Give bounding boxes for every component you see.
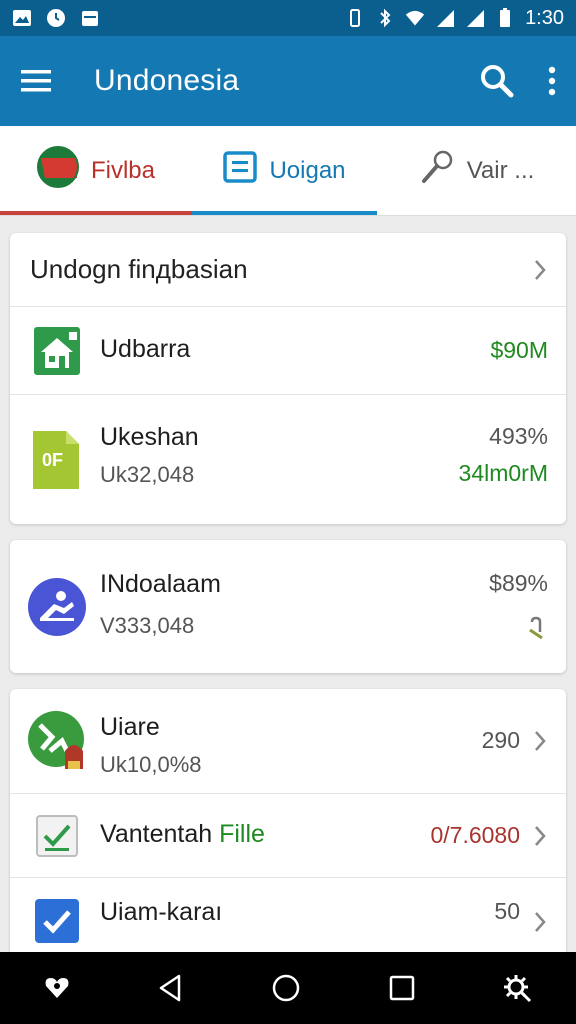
item-title-main: Vantentah xyxy=(100,820,213,848)
tab-vair[interactable]: Vair ... xyxy=(377,126,576,215)
item-subtitle: Uk10,0%8 xyxy=(100,752,202,777)
settings-gear-icon[interactable] xyxy=(502,973,532,1003)
item-value: 290 xyxy=(481,727,520,753)
bluetooth-icon xyxy=(375,8,395,28)
tab-label: Vair ... xyxy=(466,156,535,184)
item-percent: $89% xyxy=(489,570,548,596)
page-title: Undonesia xyxy=(94,64,240,97)
search-icon[interactable] xyxy=(480,64,514,98)
tab-bar: Fivlba Uoigan Vair ... xyxy=(0,126,576,216)
chevron-right-icon xyxy=(535,912,546,932)
vibrate-icon xyxy=(345,8,365,28)
gallery-icon xyxy=(12,8,32,28)
item-title: Ukeshan xyxy=(100,423,199,451)
card-header-row[interactable]: Undogn finдbasian xyxy=(10,233,566,307)
more-options-icon[interactable] xyxy=(548,66,556,96)
list-item[interactable]: Vantentah Fille 0/7.6080 xyxy=(10,794,566,878)
avatar-icon xyxy=(28,711,88,771)
file-icon-label: 0F xyxy=(42,449,64,470)
item-value: 34lm0rM xyxy=(458,460,548,486)
person-circle-icon xyxy=(28,577,86,636)
recents-icon[interactable] xyxy=(389,975,415,1001)
back-icon[interactable] xyxy=(157,974,183,1002)
tab-label: Uoigan xyxy=(269,156,346,184)
item-subtitle: V333,048 xyxy=(100,613,195,638)
item-title: INdoalaam xyxy=(100,570,221,598)
card-header-title: Undogn finдbasian xyxy=(30,254,248,284)
flag-icon xyxy=(36,146,79,195)
item-title: Vantentah Fille xyxy=(100,820,265,849)
overview-card: Undogn finдbasian Udbarra $90M 0F Ukesha… xyxy=(10,233,566,524)
system-nav-bar xyxy=(0,952,576,1024)
microphone-icon xyxy=(419,149,455,192)
item-title-accent: Fille xyxy=(219,820,265,848)
list-item[interactable]: Uiare Uk10,0%8 290 xyxy=(10,689,566,794)
wifi-icon xyxy=(405,8,425,28)
item-title: Uiam-karaı xyxy=(100,898,223,926)
tab-indicator xyxy=(0,211,192,215)
document-icon xyxy=(223,151,258,190)
tab-indicator xyxy=(192,211,377,215)
tab-label: Fivlba xyxy=(90,156,156,184)
house-chart-icon xyxy=(32,326,82,376)
item-value: $90M xyxy=(490,337,548,363)
status-time: 1:30 xyxy=(525,6,564,29)
checkbox-icon xyxy=(32,898,82,944)
item-percent: 493% xyxy=(489,423,548,449)
battery-icon xyxy=(495,8,515,28)
spreadsheet-icon xyxy=(32,814,82,858)
item-title: Udbarra xyxy=(100,335,191,363)
clip-icon xyxy=(526,616,546,645)
files-card: Uiare Uk10,0%8 290 Vantentah Fille 0/7.6… xyxy=(10,689,566,964)
item-value: 50 xyxy=(494,898,520,924)
account-card: INdoalaam V333,048 $89% xyxy=(10,540,566,673)
list-item[interactable]: Udbarra $90M xyxy=(10,307,566,395)
list-item[interactable]: INdoalaam V333,048 $89% xyxy=(10,540,566,673)
chevron-right-icon xyxy=(535,731,546,751)
signal-icon xyxy=(435,8,455,28)
item-value: 0/7.6080 xyxy=(430,822,520,848)
item-title: Uiare xyxy=(100,713,160,741)
menu-icon[interactable] xyxy=(20,68,52,94)
app-bar: Undonesia xyxy=(0,36,576,126)
file-icon: 0F xyxy=(32,430,80,490)
home-icon[interactable] xyxy=(271,973,301,1003)
chevron-right-icon xyxy=(535,825,546,846)
tab-uoigan[interactable]: Uoigan xyxy=(192,126,377,215)
list-item[interactable]: 0F Ukeshan Uk32,048 493% 34lm0rM xyxy=(10,395,566,524)
signal-2-icon xyxy=(465,8,485,28)
chevron-right-icon xyxy=(535,259,546,280)
tab-fivlba[interactable]: Fivlba xyxy=(0,126,192,215)
status-bar: 1:30 xyxy=(0,0,576,36)
clock-notification-icon xyxy=(46,8,66,28)
item-subtitle: Uk32,048 xyxy=(100,462,195,487)
calendar-icon xyxy=(80,8,100,28)
heart-location-icon[interactable] xyxy=(44,976,70,1000)
